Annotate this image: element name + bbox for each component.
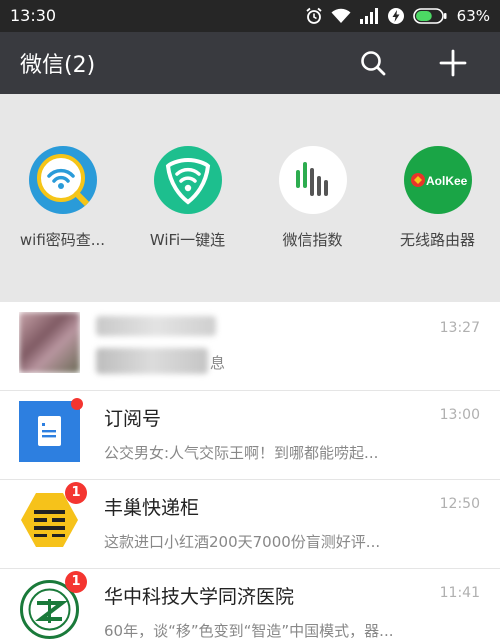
chat-name: 订阅号 xyxy=(104,408,162,430)
blurred-name xyxy=(96,316,216,336)
mini-program-panel: wifi密码查... WiFi一键连 微信指数 AolKee 无线路由器 xyxy=(0,94,500,302)
chat-preview: 公交男女:人气交际王啊！到哪都能唠起... xyxy=(104,444,379,462)
chat-time: 13:00 xyxy=(439,407,480,423)
index-bars-icon xyxy=(278,146,347,214)
alarm-icon xyxy=(306,7,322,24)
wifi-icon xyxy=(331,8,351,23)
svg-text:AolKee: AolKee xyxy=(426,174,468,188)
wifi-magnifier-icon xyxy=(28,146,97,214)
chat-preview: 息 xyxy=(210,354,226,372)
aolkee-logo-icon: AolKee xyxy=(403,146,472,214)
wifi-shield-icon xyxy=(153,146,222,214)
signal-icon xyxy=(359,8,378,24)
mini-app-label: 无线路由器 xyxy=(399,231,475,249)
unread-badge: 1 xyxy=(65,482,87,504)
mini-app-wifi-connect[interactable]: WiFi一键连 xyxy=(125,146,250,250)
search-icon xyxy=(361,51,386,76)
unread-dot xyxy=(71,398,83,410)
chat-preview: 60年，谈“移”色变到“智造”中国模式，器... xyxy=(104,622,394,640)
chat-name: 华中科技大学同济医院 xyxy=(104,586,295,608)
mini-app-wechat-index[interactable]: 微信指数 xyxy=(250,146,375,250)
battery-percent: 63% xyxy=(456,7,490,25)
chat-row-blurred[interactable]: 息 13:27 xyxy=(0,302,500,391)
chat-list: 息 13:27 订阅号 公交男女:人气交际王啊！到哪都能唠起... 13:00 xyxy=(0,302,500,644)
hospital-avatar: 1 xyxy=(19,571,87,640)
chat-row-hospital[interactable]: 1 华中科技大学同济医院 60年，谈“移”色变到“智造”中国模式，器... 11… xyxy=(0,569,500,644)
chat-time: 13:27 xyxy=(439,320,480,336)
status-icons: 63% xyxy=(305,4,490,28)
chat-name: 丰巢快递柜 xyxy=(104,497,200,519)
mini-app-wifi-password[interactable]: wifi密码查... xyxy=(0,146,125,250)
add-button[interactable] xyxy=(432,42,474,84)
unread-badge: 1 xyxy=(65,571,87,593)
mini-app-label: WiFi一键连 xyxy=(149,231,226,249)
mini-app-label: 微信指数 xyxy=(282,231,343,249)
battery-icon xyxy=(412,8,447,24)
chat-row-subscription[interactable]: 订阅号 公交男女:人气交际王啊！到哪都能唠起... 13:00 xyxy=(0,391,500,480)
search-button[interactable] xyxy=(352,42,394,84)
document-icon xyxy=(38,416,61,446)
chat-row-fengchao[interactable]: 1 丰巢快递柜 这款进口小红酒200天7000份盲测好评... 12:50 xyxy=(0,480,500,569)
title-bar: 微信(2) xyxy=(0,32,500,94)
status-bar: 13:30 63% xyxy=(0,0,500,32)
chat-preview: 这款进口小红酒200天7000份盲测好评... xyxy=(104,533,381,551)
status-time: 13:30 xyxy=(10,6,57,25)
fengchao-avatar: 1 xyxy=(19,482,87,551)
charging-icon xyxy=(387,8,404,24)
chat-time: 11:41 xyxy=(439,585,480,601)
plus-icon xyxy=(439,49,467,77)
blurred-preview xyxy=(96,348,208,374)
avatar xyxy=(19,312,80,373)
chat-time: 12:50 xyxy=(439,496,480,512)
mini-app-router[interactable]: AolKee 无线路由器 xyxy=(375,146,500,250)
page-title: 微信(2) xyxy=(20,53,96,78)
mini-app-label: wifi密码查... xyxy=(19,231,106,249)
subscription-avatar xyxy=(19,398,83,462)
